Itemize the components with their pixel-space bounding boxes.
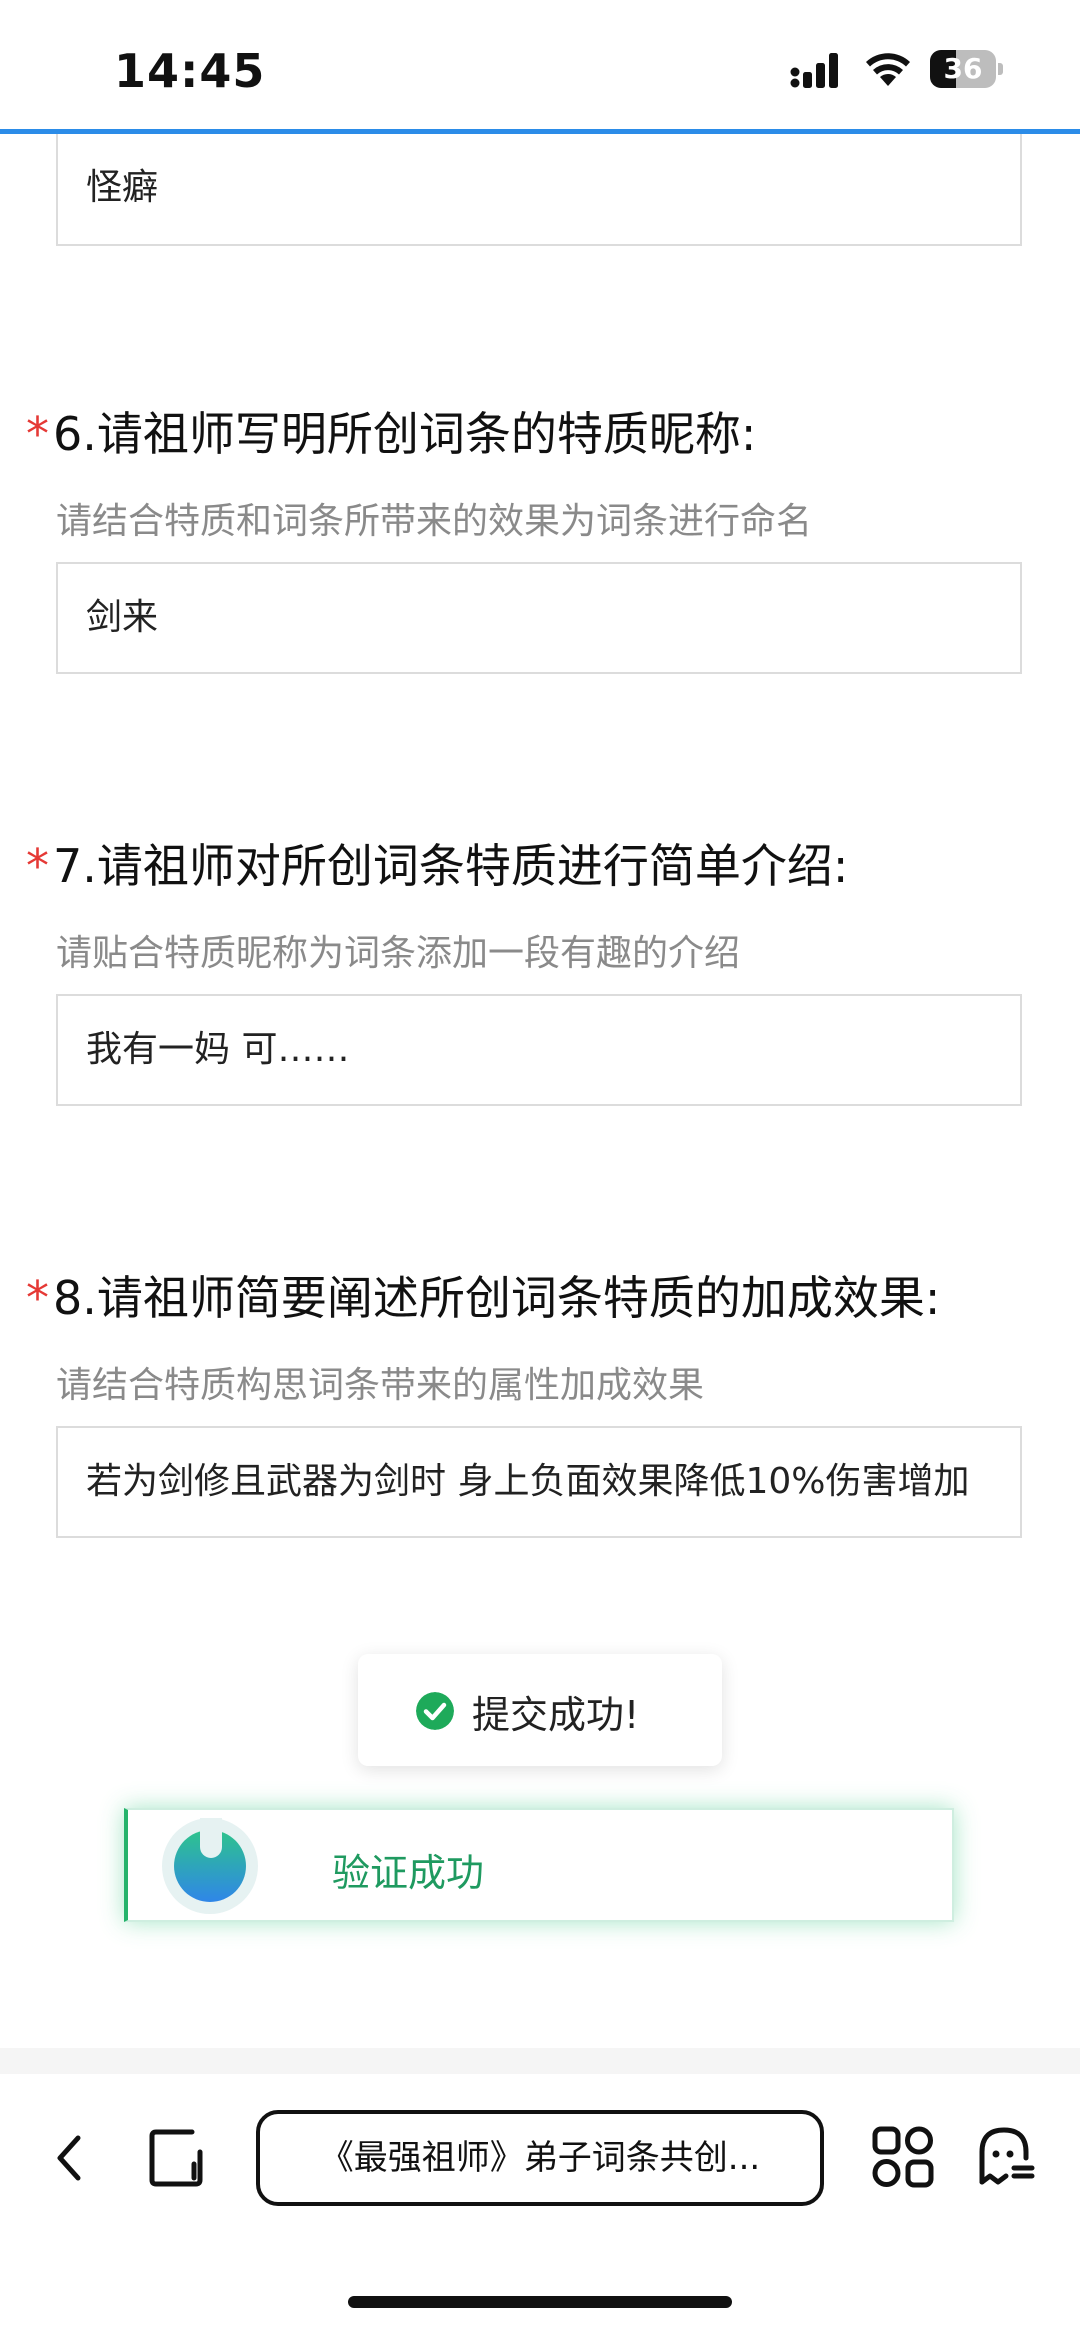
- answer-field-q8[interactable]: 若为剑修且武器为剑时 身上负面效果降低10%伤害增加: [56, 1426, 1022, 1538]
- battery-level: 36: [943, 52, 983, 85]
- question-7-hint: 请贴合特质昵称为词条添加一段有趣的介绍: [56, 933, 741, 974]
- home-indicator[interactable]: [348, 2296, 732, 2308]
- question-8-hint: 请结合特质构思词条带来的属性加成效果: [56, 1365, 705, 1406]
- question-6-hint: 请结合特质和词条所带来的效果为词条进行命名: [56, 501, 813, 542]
- answer-field-q6[interactable]: 剑来: [56, 562, 1022, 674]
- status-time: 14:45: [114, 44, 266, 98]
- toast-message: 提交成功!: [472, 1693, 640, 1737]
- answer-field-q7[interactable]: 我有一妈 可……: [56, 994, 1022, 1106]
- success-toast: 提交成功!: [358, 1654, 722, 1766]
- question-7-text: 7.请祖师对所创词条特质进行简单介绍:: [53, 839, 849, 893]
- required-mark: *: [26, 407, 49, 461]
- answer-field-q5[interactable]: 怪癖: [56, 134, 1022, 246]
- question-7-title: *7.请祖师对所创词条特质进行简单介绍:: [26, 830, 848, 896]
- wifi-icon: [866, 53, 910, 86]
- tabs-icon[interactable]: [148, 2128, 206, 2188]
- apps-grid-icon[interactable]: [872, 2126, 934, 2188]
- question-8-title: *8.请祖师简要阐述所创词条特质的加成效果:: [26, 1262, 940, 1328]
- question-6-text: 6.请祖师写明所创词条的特质昵称:: [53, 407, 757, 461]
- question-6-title: *6.请祖师写明所创词条的特质昵称:: [26, 398, 756, 464]
- required-mark: *: [26, 1271, 49, 1325]
- ghost-menu-icon[interactable]: [976, 2124, 1036, 2188]
- question-8-text: 8.请祖师简要阐述所创词条特质的加成效果:: [53, 1271, 941, 1325]
- cellular-signal-icon: [790, 53, 838, 88]
- status-bar: 14:45 36: [0, 0, 1080, 130]
- check-circle-icon: [416, 1692, 454, 1730]
- battery-icon: 36: [930, 50, 1003, 88]
- captcha-status-text: 验证成功: [332, 1851, 485, 1895]
- captcha-slider-knob[interactable]: [162, 1818, 258, 1914]
- captcha-verify-bar: 验证成功: [124, 1808, 954, 1922]
- back-chevron-icon[interactable]: [54, 2134, 84, 2182]
- url-title-bar[interactable]: 《最强祖师》弟子词条共创...: [256, 2110, 824, 2206]
- required-mark: *: [26, 839, 49, 893]
